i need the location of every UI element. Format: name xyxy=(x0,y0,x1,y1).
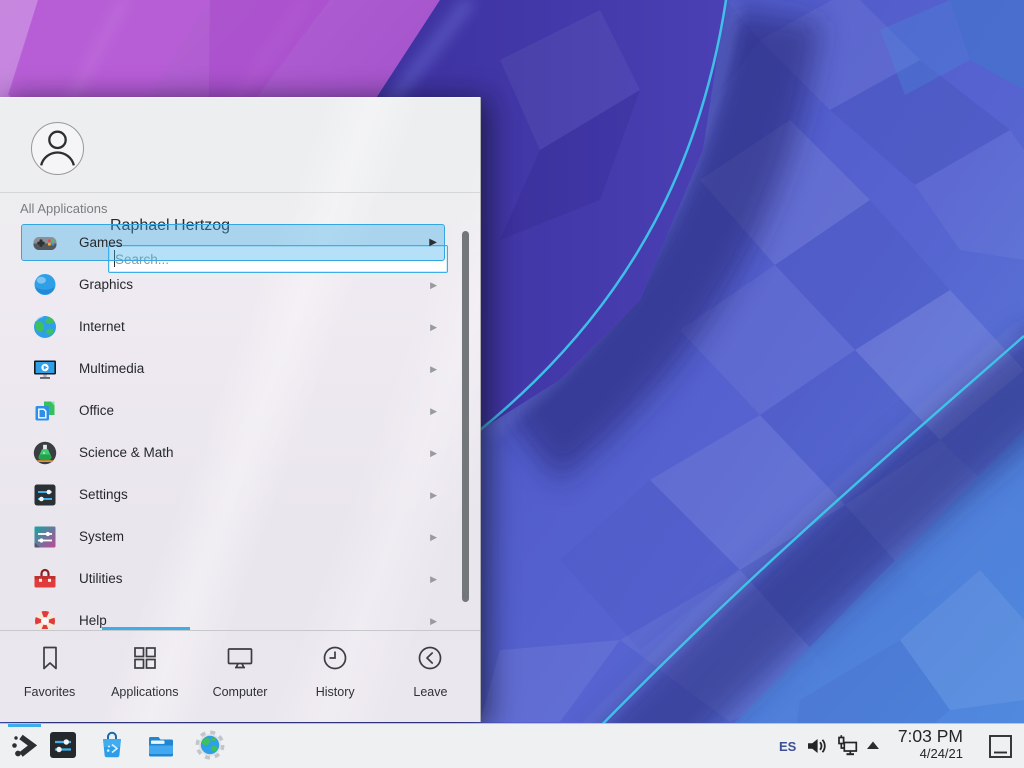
tab-leave[interactable]: Leave xyxy=(383,631,478,723)
tab-favorites[interactable]: Favorites xyxy=(2,631,97,723)
section-label: All Applications xyxy=(20,201,107,216)
tab-applications[interactable]: Applications xyxy=(97,631,192,723)
scrollbar-thumb[interactable] xyxy=(462,231,469,602)
history-icon xyxy=(320,643,350,673)
launcher-header: Raphael Hertzog xyxy=(0,98,480,192)
leave-icon xyxy=(415,643,445,673)
digital-clock[interactable]: 7:03 PM 4/24/21 xyxy=(873,726,963,762)
category-item-settings[interactable]: Settings ▶ xyxy=(0,474,481,516)
category-item-utilities[interactable]: Utilities ▶ xyxy=(0,558,481,600)
submenu-arrow-icon: ▶ xyxy=(430,474,437,516)
computer-icon xyxy=(225,643,255,673)
submenu-arrow-icon: ▶ xyxy=(430,390,437,432)
user-avatar[interactable] xyxy=(31,122,84,175)
dolphin-icon[interactable] xyxy=(145,729,177,761)
clock-time: 7:03 PM xyxy=(873,726,963,746)
taskbar: ES 7:03 PM 4/24/21 xyxy=(0,723,1024,768)
category-item-system[interactable]: System ▶ xyxy=(0,516,481,558)
science-icon xyxy=(31,439,59,467)
category-item-multimedia[interactable]: Multimedia ▶ xyxy=(0,348,481,390)
games-icon xyxy=(31,229,59,257)
internet-icon xyxy=(31,313,59,341)
tab-computer[interactable]: Computer xyxy=(192,631,287,723)
desktop[interactable]: Raphael Hertzog All Applications Games ▶… xyxy=(0,0,1024,768)
network-icon[interactable] xyxy=(835,734,859,758)
multimedia-icon xyxy=(31,355,59,383)
launcher-active-indicator xyxy=(8,724,41,727)
settings-icon xyxy=(31,481,59,509)
application-launcher-menu: Raphael Hertzog All Applications Games ▶… xyxy=(0,97,481,722)
kde-launcher-icon[interactable] xyxy=(8,730,40,762)
discover-icon[interactable] xyxy=(96,729,128,761)
category-item-graphics[interactable]: Graphics ▶ xyxy=(0,264,481,306)
tab-history[interactable]: History xyxy=(288,631,383,723)
category-item-office[interactable]: Office ▶ xyxy=(0,390,481,432)
header-separator xyxy=(0,192,480,193)
submenu-arrow-icon: ▶ xyxy=(430,264,437,306)
system-settings-icon[interactable] xyxy=(47,729,79,761)
system-icon xyxy=(31,523,59,551)
clock-date: 4/24/21 xyxy=(873,746,963,762)
show-desktop-icon[interactable] xyxy=(988,734,1013,759)
submenu-arrow-icon: ▶ xyxy=(429,222,437,264)
user-avatar-icon xyxy=(32,123,83,174)
category-list: Games ▶ Graphics ▶ Internet ▶ Multimedia… xyxy=(0,222,481,629)
submenu-arrow-icon: ▶ xyxy=(430,348,437,390)
launcher-tab-bar: Favorites Applications Computer History … xyxy=(0,631,480,723)
volume-icon[interactable] xyxy=(805,735,827,757)
category-item-science-math[interactable]: Science & Math ▶ xyxy=(0,432,481,474)
office-icon xyxy=(31,397,59,425)
submenu-arrow-icon: ▶ xyxy=(430,516,437,558)
submenu-arrow-icon: ▶ xyxy=(430,306,437,348)
category-item-internet[interactable]: Internet ▶ xyxy=(0,306,481,348)
scrollbar[interactable] xyxy=(462,231,469,602)
utilities-icon xyxy=(31,565,59,593)
help-icon xyxy=(31,607,59,629)
graphics-icon xyxy=(31,271,59,299)
favorites-icon xyxy=(35,643,65,673)
konqueror-icon[interactable] xyxy=(194,729,226,761)
applications-icon xyxy=(130,643,160,673)
submenu-arrow-icon: ▶ xyxy=(430,558,437,600)
category-item-games[interactable]: Games ▶ xyxy=(0,222,481,264)
taskbar-app-icons xyxy=(47,729,226,761)
submenu-arrow-icon: ▶ xyxy=(430,432,437,474)
keyboard-layout-indicator[interactable]: ES xyxy=(779,724,796,768)
submenu-arrow-icon: ▶ xyxy=(430,600,437,629)
category-item-help[interactable]: Help ▶ xyxy=(0,600,481,629)
